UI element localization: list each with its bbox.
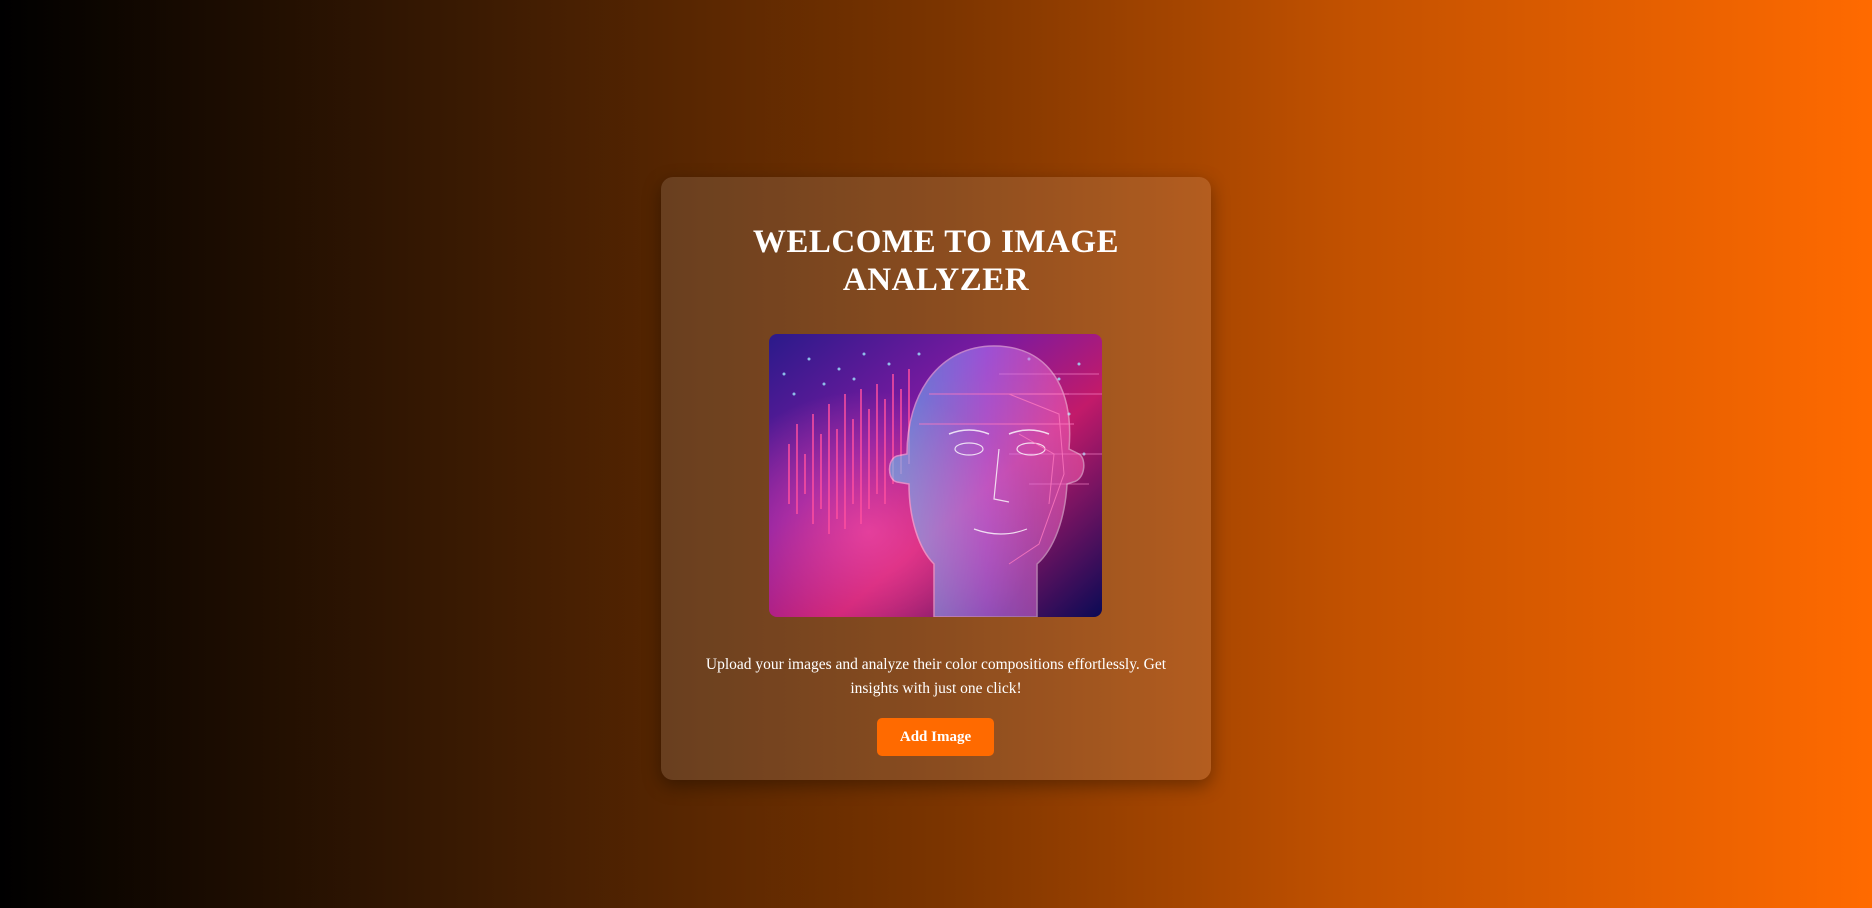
add-image-button[interactable]: Add Image [877,718,994,756]
welcome-card: WELCOME TO IMAGE ANALYZER Upload your im… [661,177,1211,780]
hero-illustration [769,334,1102,617]
hero-image [769,334,1102,617]
description-text: Upload your images and analyze their col… [705,656,1167,697]
page-title: WELCOME TO IMAGE ANALYZER [752,224,1120,298]
